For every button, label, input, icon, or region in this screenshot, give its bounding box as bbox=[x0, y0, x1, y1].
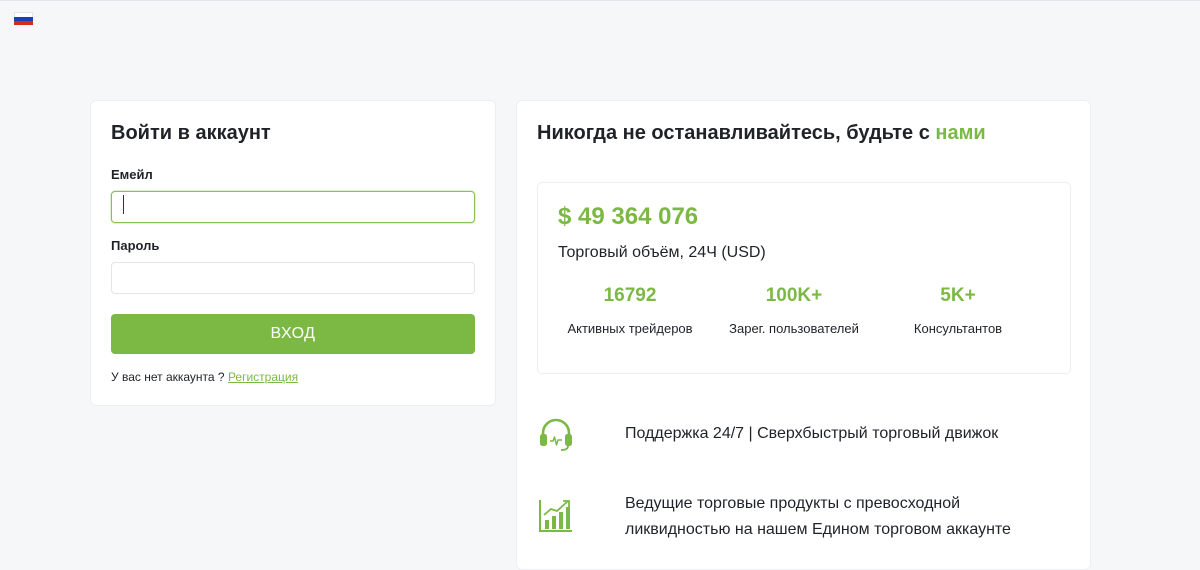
russian-flag-icon[interactable] bbox=[14, 12, 33, 25]
trading-volume-value: $ 49 364 076 bbox=[558, 203, 699, 230]
feature-line: ликвидностью на нашем Едином торговом ак… bbox=[625, 521, 1011, 538]
login-card: Войти в аккаунт Емейл Пароль ВХОД У вас … bbox=[90, 100, 496, 406]
top-divider bbox=[0, 0, 1200, 1]
stat-value: 100K+ bbox=[765, 285, 823, 306]
stat-label: Активных трейдеров bbox=[567, 321, 693, 336]
stat-label: Зарег. пользователей bbox=[729, 321, 859, 336]
feature-text: Ведущие торговые продукты с превосходной… bbox=[625, 491, 1011, 543]
info-card: Никогда не останавливайтесь, будьте с на… bbox=[516, 100, 1091, 570]
headset-icon bbox=[540, 418, 572, 451]
growth-chart-icon bbox=[539, 500, 572, 532]
info-title-accent: нами bbox=[935, 122, 986, 144]
password-field[interactable] bbox=[111, 262, 475, 294]
stat-value: 5K+ bbox=[940, 285, 976, 306]
feature-line: Ведущие торговые продукты с превосходной bbox=[625, 495, 961, 512]
login-button[interactable]: ВХОД bbox=[111, 314, 475, 354]
feature-line: Поддержка 24/7 | Сверхбыстрый торговый д… bbox=[625, 425, 999, 442]
info-title: Никогда не останавливайтесь, будьте с на… bbox=[537, 122, 1070, 145]
email-field[interactable] bbox=[111, 191, 475, 223]
stat-consultants: 5K+ Консультантов bbox=[873, 285, 1043, 336]
register-row: У вас нет аккаунта ? Регистрация bbox=[111, 370, 475, 384]
login-title: Войти в аккаунт bbox=[111, 122, 271, 144]
stat-value: 16792 bbox=[603, 285, 657, 306]
email-label: Емейл bbox=[111, 167, 153, 182]
password-label: Пароль bbox=[111, 238, 160, 253]
stat-label: Консультантов bbox=[913, 321, 1003, 336]
text-caret bbox=[123, 195, 124, 214]
info-title-text: Никогда не останавливайтесь, будьте с bbox=[537, 122, 930, 144]
stat-active-traders: 16792 Активных трейдеров bbox=[545, 285, 715, 336]
trading-volume-label: Торговый объём, 24Ч (USD) bbox=[558, 244, 766, 261]
feature-text: Поддержка 24/7 | Сверхбыстрый торговый д… bbox=[625, 421, 998, 447]
stat-registered-users: 100K+ Зарег. пользователей bbox=[709, 285, 879, 336]
stats-box: $ 49 364 076 Торговый объём, 24Ч (USD) 1… bbox=[537, 182, 1071, 374]
no-account-text: У вас нет аккаунта ? bbox=[111, 370, 225, 384]
register-link[interactable]: Регистрация bbox=[228, 370, 298, 384]
